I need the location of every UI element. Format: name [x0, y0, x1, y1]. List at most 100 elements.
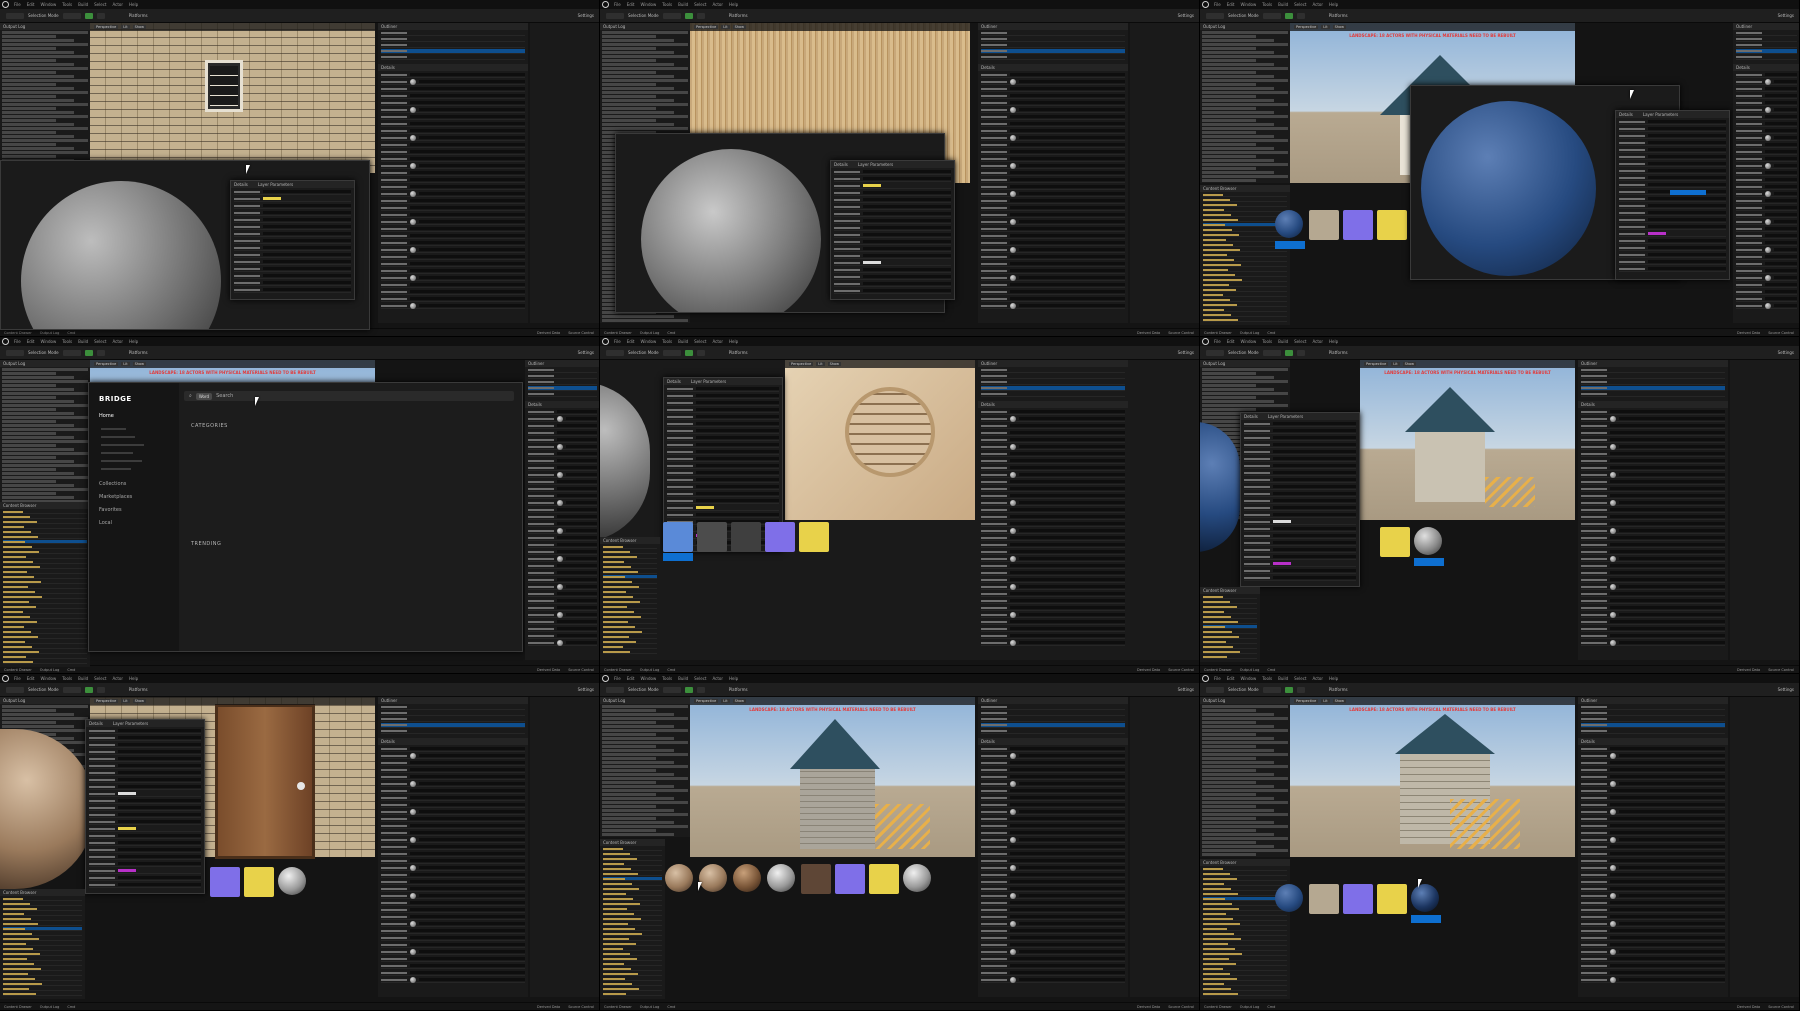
menu-item-actor[interactable]: Actor — [712, 2, 723, 7]
folder-tree-item[interactable] — [603, 565, 657, 569]
folder-tree-item[interactable] — [603, 927, 662, 931]
texture-asset-thumbnail[interactable] — [663, 522, 693, 552]
parameter-value-field[interactable] — [1273, 471, 1356, 474]
details-row-field[interactable] — [557, 522, 597, 525]
details-row-field[interactable] — [1010, 964, 1125, 967]
details-row-field[interactable] — [1765, 178, 1797, 181]
details-row-field[interactable] — [1010, 515, 1125, 518]
details-row-field[interactable] — [410, 157, 525, 160]
folder-tree-item[interactable] — [3, 625, 87, 629]
content-browser-tab[interactable]: Content Browser — [0, 889, 85, 896]
material-asset-thumbnail[interactable] — [278, 867, 306, 895]
folder-tree-item[interactable] — [3, 615, 87, 619]
material-asset-thumbnail[interactable] — [665, 864, 693, 892]
content-browser-tab[interactable]: Content Browser — [1200, 859, 1290, 866]
content-browser-tab[interactable]: Content Browser — [1200, 587, 1260, 594]
menu-item-window[interactable]: Window — [640, 2, 656, 7]
bridge-subnav-item[interactable] — [101, 444, 144, 446]
folder-tree-item[interactable] — [1203, 318, 1287, 322]
parameter-value-field[interactable] — [1273, 450, 1356, 453]
details-row-field[interactable] — [1619, 445, 1725, 448]
details-row-field[interactable] — [557, 487, 597, 490]
parameter-value-field[interactable] — [263, 288, 351, 291]
parameter-value-field[interactable] — [1648, 162, 1726, 165]
bridge-nav-marketplaces[interactable]: Marketplaces — [89, 492, 179, 503]
menu-item-select[interactable]: Select — [1294, 339, 1306, 344]
parameter-value-field[interactable] — [118, 785, 201, 788]
details-row-field[interactable] — [419, 108, 525, 111]
details-row-field[interactable] — [1610, 852, 1725, 855]
details-row-field[interactable] — [1010, 494, 1125, 497]
output-log-tab[interactable]: Output Log — [600, 23, 690, 30]
folder-tree-item[interactable] — [1203, 957, 1287, 961]
folder-tree-item[interactable] — [1203, 253, 1287, 257]
settings-dropdown[interactable]: Settings — [1178, 350, 1194, 355]
content-drawer-button[interactable]: Content Drawer — [1204, 1005, 1232, 1009]
parameter-value-field[interactable] — [863, 191, 951, 194]
derived-data-button[interactable]: Derived Data — [1137, 668, 1160, 672]
details-row-field[interactable] — [1765, 87, 1797, 90]
outliner-row[interactable] — [981, 717, 1125, 722]
color-swatch[interactable] — [118, 869, 136, 872]
menu-item-help[interactable]: Help — [729, 676, 738, 681]
selection-mode-dropdown[interactable]: Selection Mode — [28, 687, 59, 692]
details-row-field[interactable] — [419, 136, 525, 139]
details-row-field[interactable] — [566, 417, 597, 420]
show-button[interactable]: Show — [132, 25, 147, 29]
parameter-value-field[interactable] — [1273, 513, 1356, 516]
details-row-field[interactable] — [1619, 810, 1725, 813]
folder-tree-item[interactable] — [3, 605, 87, 609]
parameter-value-field[interactable] — [696, 443, 779, 446]
details-row-field[interactable] — [1610, 410, 1725, 413]
details-row-field[interactable] — [1010, 943, 1125, 946]
details-row-field[interactable] — [1619, 641, 1725, 644]
folder-tree-item[interactable] — [1203, 595, 1257, 599]
folder-tree-item[interactable] — [1203, 313, 1287, 317]
menu-item-help[interactable]: Help — [1329, 676, 1338, 681]
details-row-field[interactable] — [1610, 571, 1725, 574]
folder-tree-item[interactable] — [1203, 927, 1287, 931]
save-button[interactable] — [1206, 349, 1224, 356]
details-row-field[interactable] — [1610, 515, 1725, 518]
texture-asset-thumbnail[interactable] — [731, 522, 761, 552]
perspective-button[interactable]: Perspective — [1294, 25, 1319, 29]
selection-mode-dropdown[interactable]: Selection Mode — [1228, 13, 1259, 18]
menu-item-select[interactable]: Select — [1294, 2, 1306, 7]
folder-tree-item[interactable] — [3, 560, 87, 564]
menu-item-edit[interactable]: Edit — [627, 2, 635, 7]
folder-tree-item[interactable] — [603, 605, 657, 609]
details-row-field[interactable] — [1610, 494, 1725, 497]
menu-item-file[interactable]: File — [14, 339, 21, 344]
folder-tree-item[interactable] — [603, 907, 662, 911]
texture-asset-thumbnail[interactable] — [1377, 210, 1407, 240]
details-row-field[interactable] — [1010, 508, 1125, 511]
layer-parameters-tab[interactable]: Layer Parameters — [1268, 413, 1303, 420]
folder-tree-item[interactable] — [603, 957, 662, 961]
details-row-field[interactable] — [419, 922, 525, 925]
outliner-tab[interactable]: Outliner — [978, 23, 1128, 30]
outliner-row[interactable] — [1581, 711, 1725, 716]
details-row-field[interactable] — [566, 501, 597, 504]
add-actor-button[interactable] — [662, 349, 681, 356]
details-row-field[interactable] — [410, 915, 525, 918]
parameter-value-field[interactable] — [696, 401, 779, 404]
parameter-value-field[interactable] — [696, 478, 779, 481]
menu-item-select[interactable]: Select — [94, 339, 106, 344]
details-row-field[interactable] — [1765, 171, 1797, 174]
details-row-field[interactable] — [1765, 213, 1797, 216]
content-drawer-button[interactable]: Content Drawer — [4, 1005, 32, 1009]
parameter-value-field[interactable] — [1273, 429, 1356, 432]
details-row-field[interactable] — [1010, 887, 1125, 890]
lit-button[interactable]: Lit — [121, 362, 130, 366]
content-browser-tab[interactable]: Content Browser — [1200, 185, 1290, 192]
outliner-row[interactable] — [981, 705, 1125, 710]
cmd-input[interactable]: Cmd — [67, 668, 75, 672]
parameter-value-field[interactable] — [1273, 436, 1356, 439]
bridge-subnav-item[interactable] — [101, 428, 126, 430]
outliner-row[interactable] — [1581, 368, 1725, 373]
details-row-field[interactable] — [557, 480, 597, 483]
details-row-field[interactable] — [1010, 157, 1125, 160]
parameter-value-field[interactable] — [118, 757, 201, 760]
parameter-value-field[interactable] — [696, 513, 779, 516]
details-row-field[interactable] — [410, 789, 525, 792]
